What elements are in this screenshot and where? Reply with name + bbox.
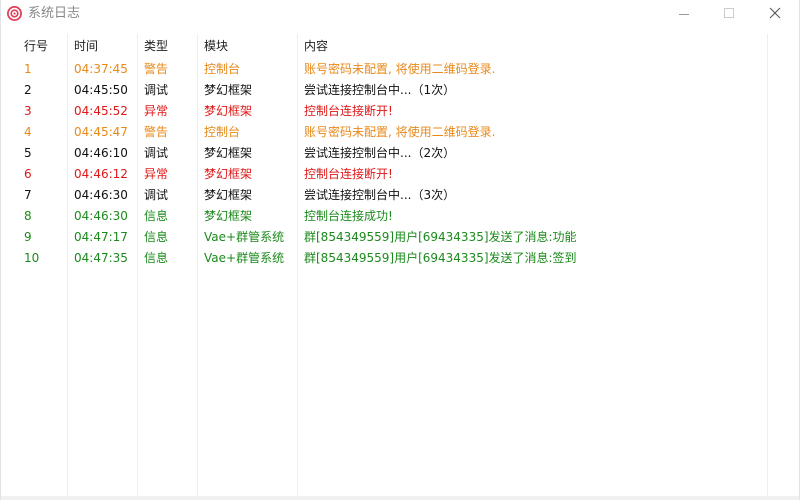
log-table[interactable]: 行号 时间 类型 模块 内容 1 04:37:45 警告 控制台 账号密码未配置… — [1, 28, 799, 496]
row-content: 尝试连接控制台中...（2次） — [304, 146, 456, 160]
header-module[interactable]: 模块 — [204, 38, 228, 54]
row-content: 尝试连接控制台中...（1次） — [304, 83, 456, 97]
row-module: 梦幻框架 — [204, 146, 253, 160]
title-bar[interactable]: 系统日志 — [1, 0, 799, 28]
row-time: 04:37:45 — [74, 62, 128, 76]
row-id: 9 — [24, 230, 32, 244]
row-type: 信息 — [144, 230, 169, 244]
row-content: 控制台连接断开! — [304, 104, 393, 118]
row-content: 账号密码未配置, 将使用二维码登录. — [304, 125, 496, 139]
row-content: 群[854349559]用户[69434335]发送了消息:功能 — [304, 230, 577, 244]
row-time: 04:45:50 — [74, 83, 128, 97]
row-id: 2 — [24, 83, 32, 97]
window-title: 系统日志 — [28, 6, 81, 21]
log-window: 系统日志 行号 时间 类型 模块 内容 1 04:37:45 警告 控制台 账号… — [0, 0, 800, 500]
header-id[interactable]: 行号 — [24, 38, 48, 54]
row-time: 04:46:12 — [74, 167, 128, 181]
row-type: 异常 — [144, 167, 169, 181]
row-module: 梦幻框架 — [204, 209, 253, 223]
row-module: 控制台 — [204, 125, 241, 139]
header-type[interactable]: 类型 — [144, 38, 168, 54]
header-content[interactable]: 内容 — [304, 38, 328, 54]
row-type: 信息 — [144, 209, 169, 223]
column-separator — [197, 34, 198, 496]
row-time: 04:46:30 — [74, 209, 128, 223]
row-module: Vae+群管系统 — [204, 251, 285, 265]
minimize-button[interactable] — [661, 0, 707, 28]
row-module: 梦幻框架 — [204, 104, 253, 118]
row-type: 调试 — [144, 146, 169, 160]
row-time: 04:47:35 — [74, 251, 128, 265]
row-module: 控制台 — [204, 62, 241, 76]
row-id: 3 — [24, 104, 32, 118]
row-module: 梦幻框架 — [204, 188, 253, 202]
row-id: 4 — [24, 125, 32, 139]
column-separator — [137, 34, 138, 496]
row-content: 账号密码未配置, 将使用二维码登录. — [304, 62, 496, 76]
column-separator — [297, 34, 298, 496]
row-content: 控制台连接断开! — [304, 167, 393, 181]
row-id: 10 — [24, 251, 40, 265]
row-time: 04:46:30 — [74, 188, 128, 202]
window-bottom-edge — [1, 496, 799, 500]
row-id: 1 — [24, 62, 32, 76]
row-content: 群[854349559]用户[69434335]发送了消息:签到 — [304, 251, 577, 265]
maximize-icon — [724, 8, 734, 18]
row-time: 04:47:17 — [74, 230, 128, 244]
row-module: 梦幻框架 — [204, 83, 253, 97]
row-type: 警告 — [144, 125, 169, 139]
row-type: 异常 — [144, 104, 169, 118]
row-module: 梦幻框架 — [204, 167, 253, 181]
row-id: 7 — [24, 188, 32, 202]
row-content: 控制台连接成功! — [304, 209, 393, 223]
row-type: 调试 — [144, 83, 169, 97]
minimize-icon — [679, 14, 689, 15]
column-separator — [67, 34, 68, 496]
row-type: 信息 — [144, 251, 169, 265]
row-type: 警告 — [144, 62, 169, 76]
row-time: 04:45:52 — [74, 104, 128, 118]
row-id: 6 — [24, 167, 32, 181]
row-content: 尝试连接控制台中...（3次） — [304, 188, 456, 202]
maximize-button[interactable] — [706, 0, 752, 28]
row-time: 04:45:47 — [74, 125, 128, 139]
close-button[interactable] — [753, 0, 799, 28]
row-time: 04:46:10 — [74, 146, 128, 160]
header-time[interactable]: 时间 — [74, 38, 98, 54]
close-icon — [769, 7, 781, 19]
column-separator — [767, 34, 768, 496]
row-id: 5 — [24, 146, 32, 160]
row-type: 调试 — [144, 188, 169, 202]
app-logo-icon — [7, 6, 22, 21]
row-module: Vae+群管系统 — [204, 230, 285, 244]
row-id: 8 — [24, 209, 32, 223]
